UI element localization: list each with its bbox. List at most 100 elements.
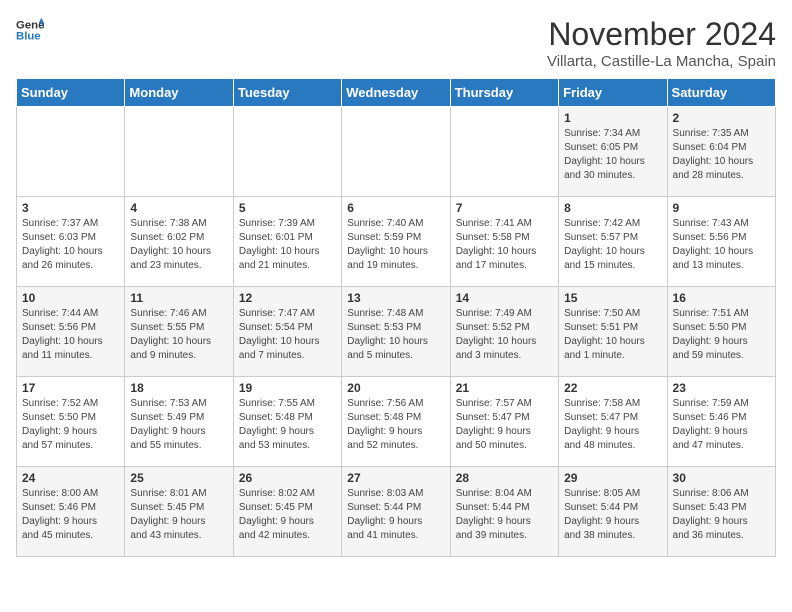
day-number: 19 <box>239 381 336 395</box>
day-number: 24 <box>22 471 119 485</box>
calendar-cell: 19 Sunrise: 7:55 AM Sunset: 5:48 PM Dayli… <box>233 377 341 467</box>
day-info: Sunrise: 7:49 AM Sunset: 5:52 PM Dayligh… <box>456 307 553 363</box>
calendar-cell: 13 Sunrise: 7:48 AM Sunset: 5:53 PM Dayli… <box>342 287 450 377</box>
day-info: Sunrise: 7:48 AM Sunset: 5:53 PM Dayligh… <box>347 307 444 363</box>
month-title: November 2024 <box>547 16 776 53</box>
calendar-cell: 3 Sunrise: 7:37 AM Sunset: 6:03 PM Daylig… <box>17 197 125 287</box>
day-number: 9 <box>673 201 770 215</box>
day-number: 7 <box>456 201 553 215</box>
calendar-cell: 27 Sunrise: 8:03 AM Sunset: 5:44 PM Dayli… <box>342 467 450 557</box>
title-block: November 2024 Villarta, Castille-La Manc… <box>547 16 776 70</box>
week-row-5: 24 Sunrise: 8:00 AM Sunset: 5:46 PM Dayli… <box>17 467 776 557</box>
calendar-cell <box>233 107 341 197</box>
day-number: 4 <box>130 201 227 215</box>
day-info: Sunrise: 7:59 AM Sunset: 5:46 PM Dayligh… <box>673 397 770 453</box>
day-info: Sunrise: 8:06 AM Sunset: 5:43 PM Dayligh… <box>673 487 770 543</box>
day-info: Sunrise: 7:55 AM Sunset: 5:48 PM Dayligh… <box>239 397 336 453</box>
day-info: Sunrise: 7:38 AM Sunset: 6:02 PM Dayligh… <box>130 217 227 273</box>
calendar-cell: 15Sunrise: 7:50 AM Sunset: 5:51 PM Dayli… <box>559 287 667 377</box>
day-info: Sunrise: 7:47 AM Sunset: 5:54 PM Dayligh… <box>239 307 336 363</box>
calendar-cell: 10 Sunrise: 7:44 AM Sunset: 5:56 PM Dayli… <box>17 287 125 377</box>
calendar-header-row: SundayMondayTuesdayWednesdayThursdayFrid… <box>17 79 776 107</box>
day-info: Sunrise: 7:37 AM Sunset: 6:03 PM Dayligh… <box>22 217 119 273</box>
calendar-cell: 1 Sunrise: 7:34 AM Sunset: 6:05 PM Daylig… <box>559 107 667 197</box>
calendar-cell: 20 Sunrise: 7:56 AM Sunset: 5:48 PM Dayli… <box>342 377 450 467</box>
calendar-cell: 16Sunrise: 7:51 AM Sunset: 5:50 PM Dayli… <box>667 287 775 377</box>
day-number: 1 <box>564 111 661 125</box>
calendar-cell: 28 Sunrise: 8:04 AM Sunset: 5:44 PM Dayli… <box>450 467 558 557</box>
day-number: 2 <box>673 111 770 125</box>
calendar-cell: 24 Sunrise: 8:00 AM Sunset: 5:46 PM Dayli… <box>17 467 125 557</box>
day-info: Sunrise: 7:41 AM Sunset: 5:58 PM Dayligh… <box>456 217 553 273</box>
day-number: 6 <box>347 201 444 215</box>
day-info: Sunrise: 7:56 AM Sunset: 5:48 PM Dayligh… <box>347 397 444 453</box>
day-number: 28 <box>456 471 553 485</box>
calendar-cell: 5Sunrise: 7:39 AM Sunset: 6:01 PM Daylig… <box>233 197 341 287</box>
svg-text:Blue: Blue <box>16 31 41 43</box>
column-header-saturday: Saturday <box>667 79 775 107</box>
calendar-cell: 7 Sunrise: 7:41 AM Sunset: 5:58 PM Daylig… <box>450 197 558 287</box>
week-row-3: 10 Sunrise: 7:44 AM Sunset: 5:56 PM Dayli… <box>17 287 776 377</box>
calendar-cell: 21Sunrise: 7:57 AM Sunset: 5:47 PM Dayli… <box>450 377 558 467</box>
day-number: 29 <box>564 471 661 485</box>
day-number: 11 <box>130 291 227 305</box>
column-header-friday: Friday <box>559 79 667 107</box>
day-info: Sunrise: 7:46 AM Sunset: 5:55 PM Dayligh… <box>130 307 227 363</box>
column-header-tuesday: Tuesday <box>233 79 341 107</box>
day-info: Sunrise: 7:52 AM Sunset: 5:50 PM Dayligh… <box>22 397 119 453</box>
calendar-body: 1 Sunrise: 7:34 AM Sunset: 6:05 PM Daylig… <box>17 107 776 557</box>
day-info: Sunrise: 7:40 AM Sunset: 5:59 PM Dayligh… <box>347 217 444 273</box>
logo-icon: General Blue <box>16 16 44 44</box>
calendar-cell <box>125 107 233 197</box>
column-header-wednesday: Wednesday <box>342 79 450 107</box>
day-info: Sunrise: 7:44 AM Sunset: 5:56 PM Dayligh… <box>22 307 119 363</box>
calendar-cell: 30 Sunrise: 8:06 AM Sunset: 5:43 PM Dayli… <box>667 467 775 557</box>
calendar-cell <box>450 107 558 197</box>
day-info: Sunrise: 8:05 AM Sunset: 5:44 PM Dayligh… <box>564 487 661 543</box>
location-subtitle: Villarta, Castille-La Mancha, Spain <box>547 53 776 70</box>
day-number: 14 <box>456 291 553 305</box>
day-number: 15 <box>564 291 661 305</box>
day-info: Sunrise: 8:01 AM Sunset: 5:45 PM Dayligh… <box>130 487 227 543</box>
day-info: Sunrise: 8:03 AM Sunset: 5:44 PM Dayligh… <box>347 487 444 543</box>
calendar-cell: 4 Sunrise: 7:38 AM Sunset: 6:02 PM Daylig… <box>125 197 233 287</box>
day-number: 20 <box>347 381 444 395</box>
day-number: 16 <box>673 291 770 305</box>
column-header-monday: Monday <box>125 79 233 107</box>
day-info: Sunrise: 7:58 AM Sunset: 5:47 PM Dayligh… <box>564 397 661 453</box>
calendar-cell: 22 Sunrise: 7:58 AM Sunset: 5:47 PM Dayli… <box>559 377 667 467</box>
week-row-4: 17 Sunrise: 7:52 AM Sunset: 5:50 PM Dayli… <box>17 377 776 467</box>
day-number: 12 <box>239 291 336 305</box>
day-info: Sunrise: 7:43 AM Sunset: 5:56 PM Dayligh… <box>673 217 770 273</box>
day-number: 17 <box>22 381 119 395</box>
calendar-cell <box>17 107 125 197</box>
calendar-cell: 25Sunrise: 8:01 AM Sunset: 5:45 PM Dayli… <box>125 467 233 557</box>
day-number: 5 <box>239 201 336 215</box>
calendar-cell: 8Sunrise: 7:42 AM Sunset: 5:57 PM Daylig… <box>559 197 667 287</box>
day-info: Sunrise: 7:35 AM Sunset: 6:04 PM Dayligh… <box>673 127 770 183</box>
day-number: 30 <box>673 471 770 485</box>
calendar-cell: 23Sunrise: 7:59 AM Sunset: 5:46 PM Dayli… <box>667 377 775 467</box>
column-header-thursday: Thursday <box>450 79 558 107</box>
day-number: 22 <box>564 381 661 395</box>
day-number: 27 <box>347 471 444 485</box>
day-number: 10 <box>22 291 119 305</box>
week-row-2: 3 Sunrise: 7:37 AM Sunset: 6:03 PM Daylig… <box>17 197 776 287</box>
header: General Blue November 2024 Villarta, Cas… <box>16 16 776 70</box>
day-info: Sunrise: 7:34 AM Sunset: 6:05 PM Dayligh… <box>564 127 661 183</box>
week-row-1: 1 Sunrise: 7:34 AM Sunset: 6:05 PM Daylig… <box>17 107 776 197</box>
calendar-table: SundayMondayTuesdayWednesdayThursdayFrid… <box>16 78 776 557</box>
day-info: Sunrise: 8:04 AM Sunset: 5:44 PM Dayligh… <box>456 487 553 543</box>
day-info: Sunrise: 8:00 AM Sunset: 5:46 PM Dayligh… <box>22 487 119 543</box>
day-number: 3 <box>22 201 119 215</box>
calendar-cell: 29 Sunrise: 8:05 AM Sunset: 5:44 PM Dayli… <box>559 467 667 557</box>
day-number: 13 <box>347 291 444 305</box>
calendar-cell: 26Sunrise: 8:02 AM Sunset: 5:45 PM Dayli… <box>233 467 341 557</box>
day-number: 21 <box>456 381 553 395</box>
calendar-cell: 9 Sunrise: 7:43 AM Sunset: 5:56 PM Daylig… <box>667 197 775 287</box>
logo: General Blue <box>16 16 44 44</box>
day-number: 8 <box>564 201 661 215</box>
calendar-cell: 2 Sunrise: 7:35 AM Sunset: 6:04 PM Daylig… <box>667 107 775 197</box>
calendar-cell <box>342 107 450 197</box>
day-info: Sunrise: 8:02 AM Sunset: 5:45 PM Dayligh… <box>239 487 336 543</box>
